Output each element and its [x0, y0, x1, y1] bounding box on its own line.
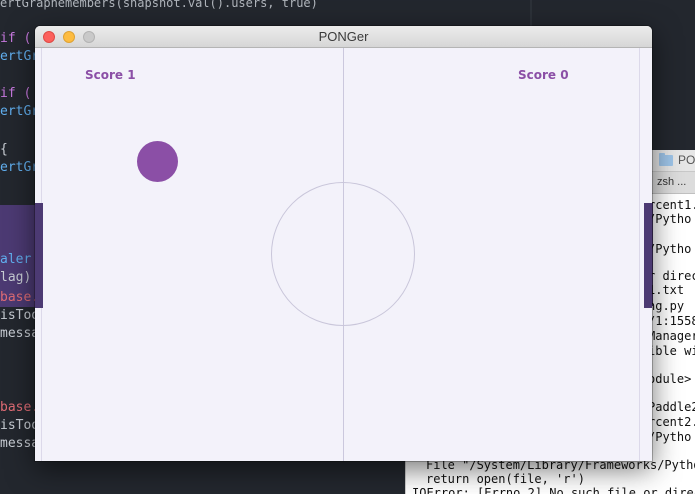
window-titlebar[interactable]: PONGer — [35, 26, 652, 48]
terminal-line: /Pytho — [648, 212, 692, 226]
ponger-window[interactable]: PONGer Score 1 Score 0 — [35, 26, 652, 461]
terminal-tab-zsh[interactable]: zsh ... — [651, 172, 695, 194]
editor-code-line: if ( — [0, 31, 32, 46]
terminal-line: ng.py — [648, 299, 685, 313]
window-title: PONGer — [318, 29, 369, 44]
terminal-line: 1.txt — [648, 283, 685, 297]
editor-code-line: ertGraphemembers(snapshot.val().users, t… — [0, 0, 318, 10]
terminal-line: IOError: [Errno 2] No such file or direc — [412, 486, 695, 494]
terminal-line: rcent2. — [648, 415, 695, 429]
editor-code-line: if ( — [0, 86, 32, 101]
editor-code-line: messa — [0, 326, 40, 341]
editor-code-line: lag) — [0, 270, 32, 285]
right-paddle — [644, 203, 652, 308]
left-score: Score 1 — [85, 68, 136, 82]
terminal-line: /1:1558 — [648, 314, 695, 328]
editor-code-line: isToo — [0, 418, 40, 433]
editor-code-line: ertGr — [0, 49, 40, 64]
terminal-line: return open(file, 'r') — [426, 472, 585, 486]
terminal-title: PO — [678, 153, 695, 167]
editor-code-line: ertGr — [0, 104, 40, 119]
right-score: Score 0 — [518, 68, 569, 82]
terminal-line: rcent1. — [648, 198, 695, 212]
center-circle — [271, 182, 415, 326]
editor-code-line: base. — [0, 290, 40, 305]
terminal-line: Paddle2 — [648, 400, 695, 414]
terminal-line: /Pytho — [648, 242, 692, 256]
editor-code-line: isToo — [0, 308, 40, 323]
editor-code-line: base. — [0, 400, 40, 415]
editor-code-line: ertGr — [0, 160, 40, 175]
ball — [137, 141, 178, 182]
editor-code-line: messa — [0, 436, 40, 451]
terminal-line: Manager — [648, 329, 695, 343]
terminal-line: ible wi — [648, 344, 695, 358]
terminal-line: odule> — [648, 372, 692, 386]
terminal-line: /Pytho — [648, 430, 692, 444]
terminal-titlebar[interactable]: PO — [651, 150, 695, 172]
game-court[interactable]: Score 1 Score 0 — [35, 48, 652, 461]
editor-code-line: { — [0, 142, 8, 157]
left-paddle — [35, 203, 43, 308]
folder-icon — [659, 153, 673, 166]
editor-code-line: aler — [0, 252, 32, 267]
court-right-edge — [639, 48, 640, 461]
terminal-line: r direc — [648, 269, 695, 283]
